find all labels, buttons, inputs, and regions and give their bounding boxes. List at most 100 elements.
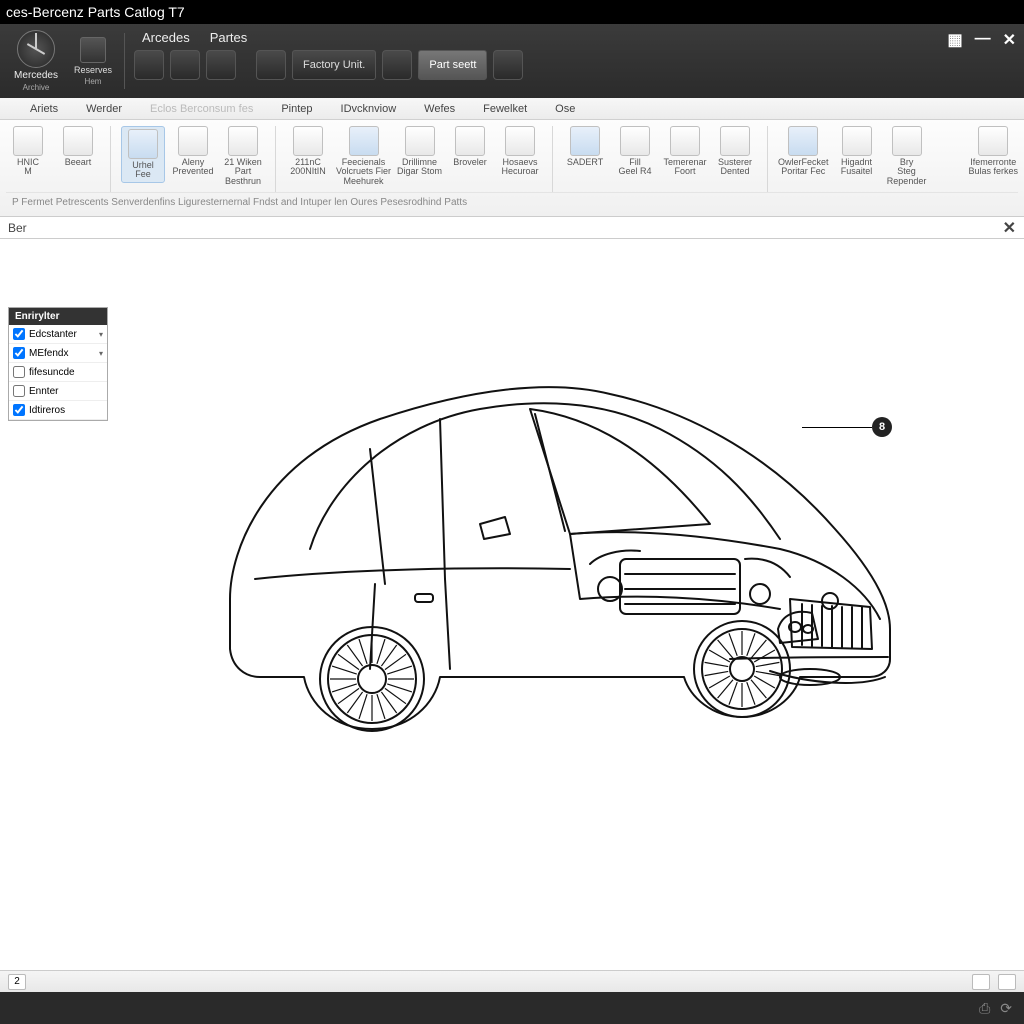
ribbon-item-15[interactable]: HigadntFusaitel: [835, 126, 879, 177]
ribbon-item-0[interactable]: HNICM: [6, 126, 50, 177]
panel-close-icon[interactable]: ✕: [1003, 218, 1016, 238]
tool-btn-6[interactable]: [493, 50, 523, 80]
filter-row-3[interactable]: Ennter: [9, 382, 107, 401]
status-view-1[interactable]: [972, 974, 990, 990]
ribbon-label: AlenyPrevented: [172, 158, 213, 177]
brand-sub: Archive: [23, 83, 50, 92]
ribbon-icon: [505, 126, 535, 156]
ribbon-item-12[interactable]: TemerenarFoort: [663, 126, 707, 177]
filter-label: Edcstanter: [29, 329, 77, 340]
menu-idvck[interactable]: IDvcknviow: [341, 103, 397, 115]
diagram-viewport[interactable]: Enrirylter Edcstanter▾MEfendx▾fifesuncde…: [0, 239, 1024, 953]
menu-eclos[interactable]: Eclos Berconsum fes: [150, 103, 253, 115]
ribbon-icon: [178, 126, 208, 156]
ribbon-item-14[interactable]: OwlerFecketPoritar Fec: [778, 126, 829, 177]
tool-btn-3[interactable]: [206, 50, 236, 80]
filter-row-0[interactable]: Edcstanter ▾: [9, 325, 107, 344]
filter-label: fifesuncde: [29, 367, 75, 378]
factory-button[interactable]: Factory Unit.: [292, 50, 376, 80]
filter-row-1[interactable]: MEfendx▾: [9, 344, 107, 363]
ribbon-icon: [13, 126, 43, 156]
ribbon-separator: [275, 126, 276, 192]
primary-toolbar: Mercedes Archive Reserves Hem Arcedes Pa…: [0, 24, 1024, 98]
tab-arcedes[interactable]: Arcedes: [134, 28, 198, 47]
ribbon-icon: [293, 126, 323, 156]
chevron-down-icon[interactable]: ▾: [99, 330, 103, 339]
ribbon-item-6[interactable]: FeecienalsVolcruets FierMeehurek: [336, 126, 391, 186]
ribbon-icon: [570, 126, 600, 156]
ribbon-label: BryStegRepender: [887, 158, 927, 186]
title-text: ces-Bercenz Parts Catlog T7: [6, 4, 185, 20]
ribbon-label: UrhelFee: [132, 161, 154, 180]
ribbon-label: SustererDented: [718, 158, 752, 177]
ribbon-label: OwlerFecketPoritar Fec: [778, 158, 829, 177]
ribbon-item-7[interactable]: DrillimneDigar Stom: [397, 126, 442, 177]
part-search-button[interactable]: Part seett: [418, 50, 487, 80]
menu-ose[interactable]: Ose: [555, 103, 575, 115]
filter-checkbox[interactable]: [13, 328, 25, 340]
ribbon-label: DrillimneDigar Stom: [397, 158, 442, 177]
dark-button-row: Factory Unit. Part seett: [134, 50, 523, 80]
filter-checkbox[interactable]: [13, 385, 25, 397]
ribbon-item-3[interactable]: AlenyPrevented: [171, 126, 215, 177]
footer-icon-2[interactable]: ⟳: [1000, 1000, 1012, 1017]
ribbon-item-16[interactable]: BryStegRepender: [885, 126, 929, 186]
ribbon-icon: [892, 126, 922, 156]
menu-pintep[interactable]: Pintep: [281, 103, 312, 115]
app-footer: ⎙ ⟳: [0, 992, 1024, 1024]
menu-wefes[interactable]: Wefes: [424, 103, 455, 115]
ribbon-item-5[interactable]: 211nC200NItIN: [286, 126, 330, 177]
close-icon[interactable]: ✕: [1003, 30, 1016, 50]
ribbon-label: Beeart: [65, 158, 92, 167]
tool-btn-1[interactable]: [134, 50, 164, 80]
ribbon-item-1[interactable]: Beeart: [56, 126, 100, 167]
ribbon-label: TemerenarFoort: [664, 158, 707, 177]
breadcrumb: P Fermet Petrescents Senverdenfins Ligur…: [6, 192, 1018, 212]
filter-label: Ennter: [29, 386, 58, 397]
ribbon-icon: [978, 126, 1008, 156]
ribbon-item-10[interactable]: SADERT: [563, 126, 607, 167]
panel-header: Ber ✕: [0, 217, 1024, 239]
menu-fewelket[interactable]: Fewelket: [483, 103, 527, 115]
panel-title: Ber: [8, 221, 27, 235]
ribbon-item-11[interactable]: FillGeel R4: [613, 126, 657, 177]
minimize-icon[interactable]: —: [975, 30, 991, 50]
filter-row-2[interactable]: fifesuncde: [9, 363, 107, 382]
tile-reserves[interactable]: Reserves Hem: [70, 37, 116, 86]
status-view-2[interactable]: [998, 974, 1016, 990]
ribbon-item-right[interactable]: IfemerronteBulas ferkes: [968, 126, 1018, 177]
filter-checkbox[interactable]: [13, 347, 25, 359]
filter-row-4[interactable]: Idtireros: [9, 401, 107, 420]
ribbon-label: HigadntFusaitel: [841, 158, 873, 177]
ribbon-label: FillGeel R4: [619, 158, 652, 177]
footer-icon-1[interactable]: ⎙: [979, 1000, 990, 1017]
ribbon-icon: [720, 126, 750, 156]
menu-ariets[interactable]: Ariets: [30, 103, 58, 115]
tile-label: Reserves: [74, 65, 112, 75]
ribbon-label: HosaevsHecuroar: [502, 158, 539, 177]
ribbon-item-4[interactable]: 21 WikenPartBesthrun: [221, 126, 265, 186]
ribbon-label: FeecienalsVolcruets FierMeehurek: [336, 158, 391, 186]
ribbon-item-2[interactable]: UrhelFee: [121, 126, 165, 183]
filter-checkbox[interactable]: [13, 366, 25, 378]
extra-icon[interactable]: ▦: [947, 30, 962, 50]
brand-logo-block[interactable]: Mercedes Archive: [6, 30, 66, 92]
tool-btn-2[interactable]: [170, 50, 200, 80]
chevron-down-icon[interactable]: ▾: [99, 349, 103, 358]
callout-marker[interactable]: 8: [802, 417, 892, 437]
toolbar-separator: [124, 33, 125, 89]
status-page-box[interactable]: 2: [8, 974, 26, 990]
tool-btn-5[interactable]: [382, 50, 412, 80]
filter-checkbox[interactable]: [13, 404, 25, 416]
ribbon-item-8[interactable]: Broveler: [448, 126, 492, 167]
tab-partes[interactable]: Partes: [202, 28, 256, 47]
ribbon-icon: [788, 126, 818, 156]
vehicle-diagram[interactable]: 8: [170, 299, 920, 779]
ribbon-icon: [228, 126, 258, 156]
ribbon-item-9[interactable]: HosaevsHecuroar: [498, 126, 542, 177]
ribbon-item-13[interactable]: SustererDented: [713, 126, 757, 177]
tool-btn-4[interactable]: [256, 50, 286, 80]
callout-number[interactable]: 8: [872, 417, 892, 437]
menu-werder[interactable]: Werder: [86, 103, 122, 115]
ribbon-icon: [405, 126, 435, 156]
